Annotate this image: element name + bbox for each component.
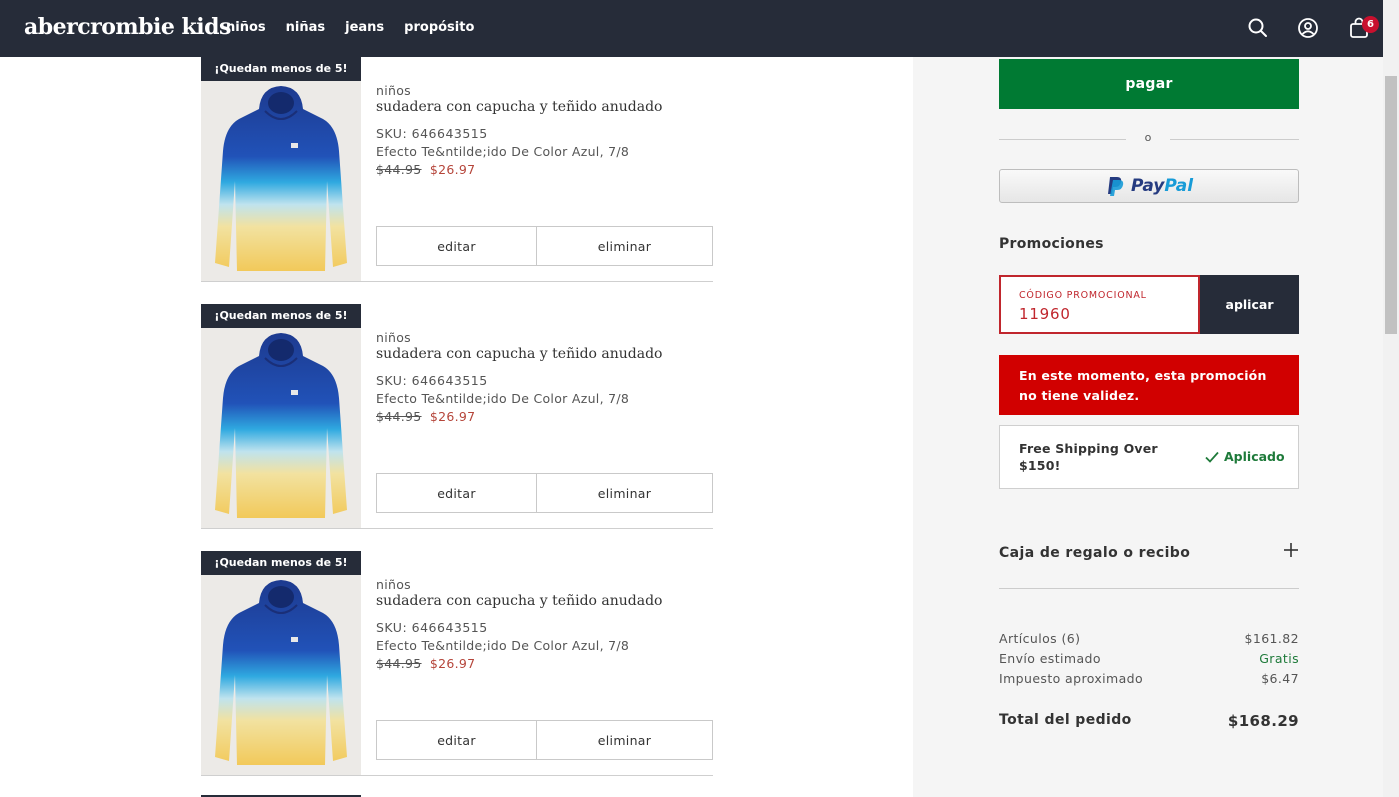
search-icon[interactable]	[1247, 17, 1269, 39]
item-prices: $44.95 $26.97	[376, 162, 713, 177]
hoodie-image	[215, 580, 347, 765]
item-divider	[201, 281, 713, 282]
original-price: $44.95	[376, 656, 422, 671]
item-details: niños sudadera con capucha y teñido anud…	[376, 577, 713, 671]
checkout-button[interactable]: pagar	[999, 59, 1299, 109]
paypal-wordmark: PayPal	[1130, 176, 1194, 196]
item-actions: editar eliminar	[376, 720, 713, 760]
item-variant: Efecto Te&ntilde;ido De Color Azul, 7/8	[376, 638, 630, 653]
nav-link-ninas[interactable]: niñas	[286, 20, 325, 35]
order-total-row: Total del pedido $168.29	[999, 712, 1299, 730]
tax-value: $6.47	[1261, 671, 1299, 686]
item-prices: $44.95 $26.97	[376, 409, 713, 424]
item-variant: Efecto Te&ntilde;ido De Color Azul, 7/8	[376, 144, 630, 159]
order-total-label: Total del pedido	[999, 712, 1132, 728]
low-stock-tag: ¡Quedan menos de 5!	[201, 57, 361, 81]
promo-code-input[interactable]: 11960	[1019, 305, 1071, 323]
item-divider	[201, 775, 713, 776]
product-image[interactable]	[201, 575, 361, 776]
check-icon	[1205, 451, 1219, 463]
applied-promotion-card: Free Shipping Over $150! Aplicado	[999, 425, 1299, 489]
low-stock-tag: ¡Quedan menos de 5!	[201, 304, 361, 328]
tax-label: Impuesto aproximado	[999, 671, 1144, 686]
bag-count-badge: 6	[1362, 16, 1379, 33]
brand-logo[interactable]: abercrombie kids	[24, 14, 231, 40]
item-actions: editar eliminar	[376, 226, 713, 266]
items-count-label: Artículos (6)	[999, 631, 1081, 646]
applied-status: Aplicado	[1205, 449, 1285, 464]
item-divider	[201, 528, 713, 529]
shipping-value: Gratis	[1259, 651, 1299, 666]
main-nav: niños niñas jeans propósito	[226, 20, 494, 35]
paypal-logo-icon	[1107, 177, 1124, 196]
promo-code-label: CÓDIGO PROMOCIONAL	[1019, 290, 1147, 301]
item-name[interactable]: sudadera con capucha y teñido anudado	[376, 346, 713, 362]
order-total-value: $168.29	[1227, 712, 1299, 730]
remove-button[interactable]: eliminar	[537, 720, 713, 760]
remove-button[interactable]: eliminar	[537, 226, 713, 266]
gift-options-label: Caja de regalo o recibo	[999, 545, 1191, 561]
hoodie-image	[215, 86, 347, 271]
scrollbar-thumb[interactable]	[1385, 76, 1397, 334]
item-variant: Efecto Te&ntilde;ido De Color Azul, 7/8	[376, 391, 630, 406]
plus-icon[interactable]	[1283, 542, 1299, 558]
item-category: niños	[376, 330, 411, 345]
product-image[interactable]	[201, 81, 361, 282]
cart-item: ¡Quedan menos de 5! niños sudadera con c…	[201, 304, 713, 529]
item-sku: SKU: 646643515	[376, 373, 488, 388]
or-divider-left	[999, 139, 1126, 140]
promotions-heading: Promociones	[999, 236, 1104, 252]
nav-link-ninos[interactable]: niños	[226, 20, 266, 35]
account-icon[interactable]	[1297, 17, 1319, 39]
remove-button[interactable]: eliminar	[537, 473, 713, 513]
top-navigation-bar: abercrombie kids niños niñas jeans propó…	[0, 0, 1399, 57]
item-details: niños sudadera con capucha y teñido anud…	[376, 83, 713, 177]
promo-error-message: En este momento, esta promoción no tiene…	[999, 355, 1299, 415]
gift-options-toggle[interactable]: Caja de regalo o recibo	[999, 542, 1299, 564]
cart-item: ¡Quedan menos de 5! niños sudadera con c…	[201, 57, 713, 282]
shipping-promo-text: Free Shipping Over $150!	[1019, 441, 1158, 473]
applied-label: Aplicado	[1224, 449, 1285, 464]
or-label: o	[1144, 131, 1152, 144]
shipping-label: Envío estimado	[999, 651, 1101, 666]
item-category: niños	[376, 577, 411, 592]
nav-link-jeans[interactable]: jeans	[345, 20, 384, 35]
item-actions: editar eliminar	[376, 473, 713, 513]
summary-shipping-row: Envío estimado Gratis	[999, 651, 1299, 666]
edit-button[interactable]: editar	[376, 226, 537, 266]
item-sku: SKU: 646643515	[376, 126, 488, 141]
original-price: $44.95	[376, 162, 422, 177]
low-stock-tag: ¡Quedan menos de 5!	[201, 551, 361, 575]
sale-price: $26.97	[429, 162, 476, 177]
edit-button[interactable]: editar	[376, 473, 537, 513]
item-name[interactable]: sudadera con capucha y teñido anudado	[376, 593, 713, 609]
cart-item: ¡Quedan menos de 5! niños sudadera con c…	[201, 551, 713, 776]
nav-link-proposito[interactable]: propósito	[404, 20, 474, 35]
item-details: niños sudadera con capucha y teñido anud…	[376, 330, 713, 424]
hoodie-image	[215, 333, 347, 518]
apply-promo-button[interactable]: aplicar	[1200, 275, 1299, 334]
edit-button[interactable]: editar	[376, 720, 537, 760]
sale-price: $26.97	[429, 409, 476, 424]
item-sku: SKU: 646643515	[376, 620, 488, 635]
item-category: niños	[376, 83, 411, 98]
summary-items-row: Artículos (6) $161.82	[999, 631, 1299, 646]
sale-price: $26.97	[429, 656, 476, 671]
promo-code-field[interactable]: CÓDIGO PROMOCIONAL 11960	[999, 275, 1200, 334]
paypal-button[interactable]: PayPal	[999, 169, 1299, 203]
summary-divider	[999, 588, 1299, 589]
original-price: $44.95	[376, 409, 422, 424]
item-prices: $44.95 $26.97	[376, 656, 713, 671]
or-divider-right	[1170, 139, 1299, 140]
item-name[interactable]: sudadera con capucha y teñido anudado	[376, 99, 713, 115]
summary-tax-row: Impuesto aproximado $6.47	[999, 671, 1299, 686]
items-subtotal: $161.82	[1244, 631, 1299, 646]
product-image[interactable]	[201, 328, 361, 529]
